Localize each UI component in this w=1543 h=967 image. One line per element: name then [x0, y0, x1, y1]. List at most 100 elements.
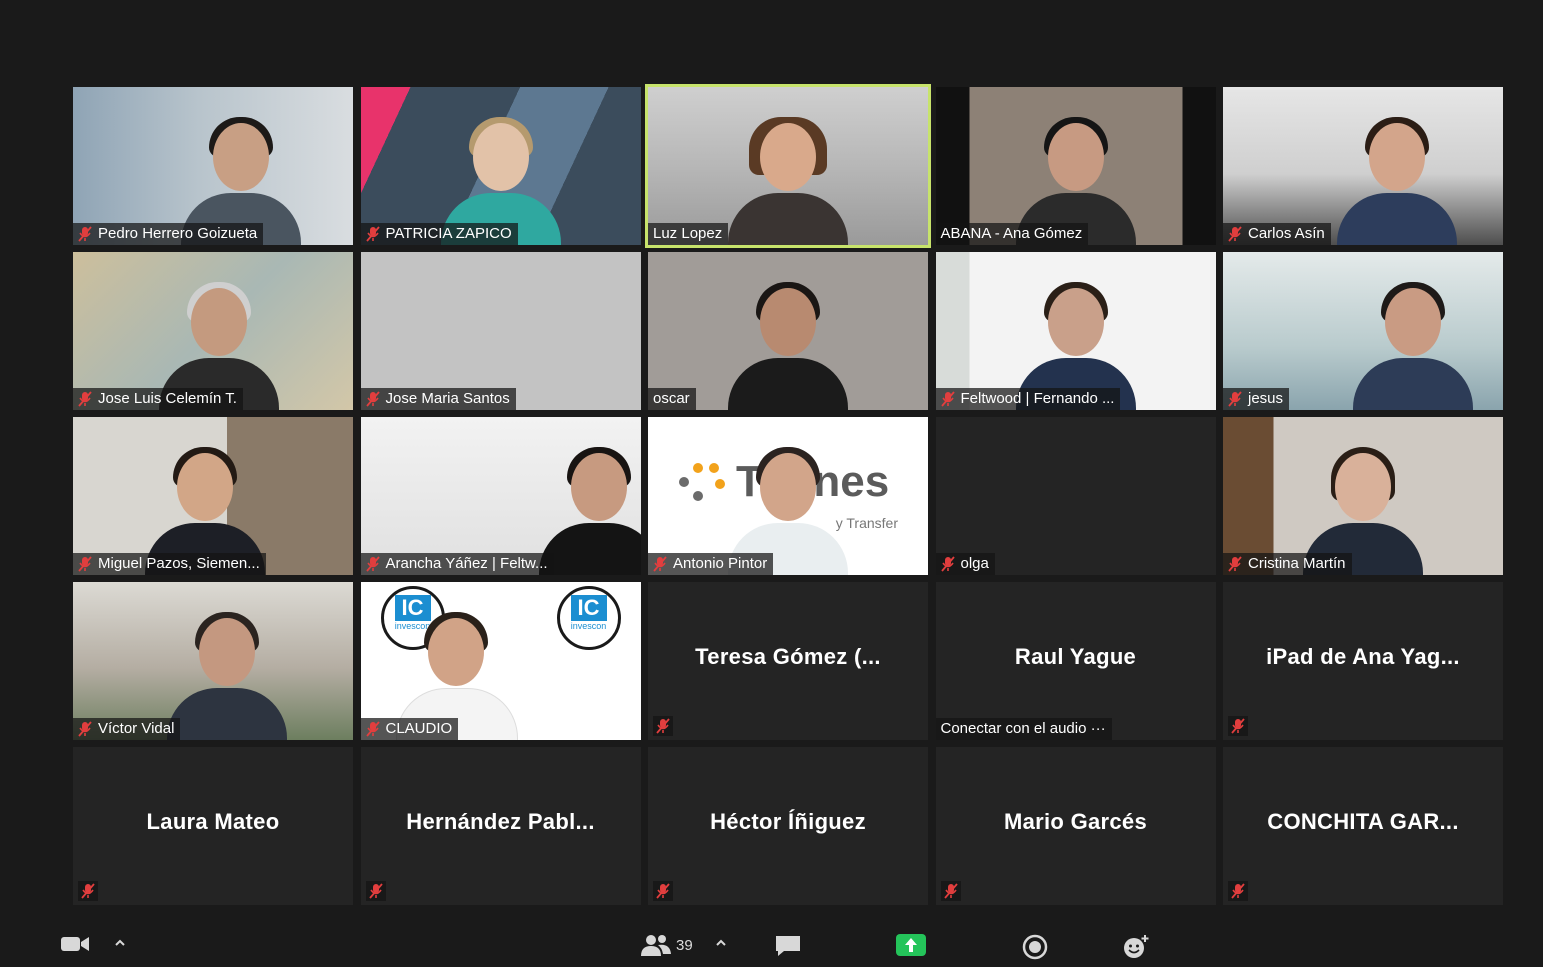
participant-name-tag: Luz Lopez	[648, 223, 729, 245]
muted-mic-icon	[368, 883, 383, 899]
video-feed	[1223, 252, 1503, 410]
muted-mic-icon	[943, 883, 958, 899]
participant-tile[interactable]: Víctor Vidal	[73, 582, 353, 740]
video-feed: IC invescon IC invescon	[360, 582, 641, 740]
participant-name: Carlos Asín	[1248, 225, 1325, 242]
participant-tile[interactable]: Teresa Gómez (...	[648, 582, 928, 740]
reactions-button[interactable]	[1122, 934, 1150, 960]
participant-tile[interactable]: olga	[935, 417, 1216, 575]
muted-mic-icon	[1228, 556, 1242, 572]
muted-mic-icon	[365, 721, 380, 737]
muted-mic-icon	[365, 226, 380, 242]
participant-name: Miguel Pazos, Siemen...	[98, 555, 260, 572]
muted-mic-icon	[81, 883, 95, 899]
share-screen-icon	[896, 934, 926, 956]
participant-tile[interactable]: IC invescon IC invescon CLAUDIO	[360, 582, 641, 740]
participant-name: Jose Maria Santos	[385, 390, 510, 407]
meeting-toolbar: 39	[0, 930, 1543, 967]
participant-tile[interactable]: Héctor Íñiguez	[648, 747, 928, 905]
participant-tile[interactable]: Miguel Pazos, Siemen...	[73, 417, 353, 575]
participant-tile[interactable]: Raul Yague Conectar con el audio ···	[935, 582, 1216, 740]
participant-name: ABANA - Ana Gómez	[940, 225, 1083, 242]
video-options-button[interactable]	[114, 938, 126, 948]
participant-tile[interactable]: jesus	[1223, 252, 1503, 410]
muted-mic-icon	[940, 556, 955, 572]
participants-options-button[interactable]	[715, 938, 727, 948]
muted-mic-icon	[78, 391, 92, 407]
participant-display-name: iPad de Ana Yag...	[1266, 644, 1460, 669]
video-feed	[360, 87, 641, 245]
participant-tile[interactable]: Laura Mateo	[73, 747, 353, 905]
muted-mic-icon	[656, 718, 670, 734]
video-feed	[935, 87, 1216, 245]
participant-tile[interactable]: Carlos Asín	[1223, 87, 1503, 245]
participant-tile[interactable]: CONCHITA GAR...	[1223, 747, 1503, 905]
participant-name-tag: Feltwood | Fernando ...	[935, 388, 1121, 410]
chat-button[interactable]	[774, 934, 802, 958]
muted-mic-icon	[78, 226, 92, 242]
muted-mic-icon	[1228, 391, 1242, 407]
video-button[interactable]	[60, 934, 90, 954]
participant-name: PATRICIA ZAPICO	[385, 225, 512, 242]
participant-display-name: Hernández Pabl...	[406, 809, 595, 834]
participant-name: oscar	[653, 390, 690, 407]
participant-tile[interactable]: Jose Luis Celemín T.	[73, 252, 353, 410]
participant-display-name: Héctor Íñiguez	[710, 809, 866, 834]
participant-tile[interactable]: Arancha Yáñez | Feltw...	[360, 417, 641, 575]
participant-name-tag: olga	[935, 553, 995, 575]
participant-name-tag: oscar	[648, 388, 696, 410]
participant-name-tag: CLAUDIO	[360, 718, 459, 740]
muted-indicator	[653, 881, 673, 901]
participant-name-tag: Jose Luis Celemín T.	[73, 388, 243, 410]
reactions-icon	[1124, 935, 1149, 958]
video-feed	[73, 252, 353, 410]
muted-indicator	[1228, 881, 1248, 901]
participant-name-tag: Jose Maria Santos	[360, 388, 516, 410]
invescon-logo-right: IC invescon	[556, 586, 621, 650]
video-feed	[1223, 87, 1503, 245]
participant-tile[interactable]: Jose Maria Santos	[360, 252, 641, 410]
participant-name-tag: Víctor Vidal	[73, 718, 181, 740]
muted-mic-icon	[78, 721, 92, 737]
video-feed	[648, 87, 928, 245]
record-icon	[1022, 934, 1048, 960]
muted-indicator	[1228, 716, 1248, 736]
muted-mic-icon	[365, 391, 380, 407]
video-grid: Pedro Herrero Goizueta PATRICIA ZAPICO L…	[73, 84, 1503, 905]
participant-tile[interactable]: Pedro Herrero Goizueta	[73, 87, 353, 245]
muted-indicator	[78, 881, 98, 901]
participant-name-tag: Carlos Asín	[1223, 223, 1331, 245]
video-feed	[73, 87, 353, 245]
participant-display-name: Raul Yague	[1014, 644, 1137, 669]
video-camera-icon	[61, 937, 89, 951]
participant-tile-active-speaker[interactable]: Luz Lopez	[645, 84, 931, 248]
video-feed: Titanes y Transfer	[648, 417, 928, 575]
participant-display-name: CONCHITA GAR...	[1267, 809, 1459, 834]
participant-name: Víctor Vidal	[98, 720, 175, 737]
record-button[interactable]	[1022, 934, 1048, 960]
share-screen-button[interactable]	[896, 934, 926, 956]
participants-button[interactable]: 39	[640, 934, 693, 956]
participant-name-tag: Cristina Martín	[1223, 553, 1352, 575]
muted-indicator	[653, 716, 673, 736]
video-feed	[1223, 417, 1503, 575]
participant-tile[interactable]: Mario Garcés	[935, 747, 1216, 905]
participants-icon	[641, 935, 671, 956]
participant-tile[interactable]: Cristina Martín	[1223, 417, 1503, 575]
participant-tile[interactable]: ABANA - Ana Gómez	[935, 87, 1216, 245]
participant-tile[interactable]: Feltwood | Fernando ...	[935, 252, 1216, 410]
participant-name-tag: ABANA - Ana Gómez	[935, 223, 1089, 245]
participant-tile[interactable]: oscar	[648, 252, 928, 410]
muted-mic-icon	[653, 556, 667, 572]
muted-mic-icon	[1231, 718, 1245, 734]
chevron-up-icon	[716, 939, 726, 946]
participant-tile[interactable]: PATRICIA ZAPICO	[360, 87, 641, 245]
participant-name-tag: PATRICIA ZAPICO	[360, 223, 518, 245]
participant-name: olga	[960, 555, 989, 572]
participant-name-tag: Arancha Yáñez | Feltw...	[360, 553, 554, 575]
participant-tile[interactable]: Titanes y Transfer Antonio Pintor	[648, 417, 928, 575]
muted-mic-icon	[365, 556, 380, 572]
participant-tile[interactable]: Hernández Pabl...	[360, 747, 641, 905]
muted-mic-icon	[656, 883, 670, 899]
participant-tile[interactable]: iPad de Ana Yag...	[1223, 582, 1503, 740]
